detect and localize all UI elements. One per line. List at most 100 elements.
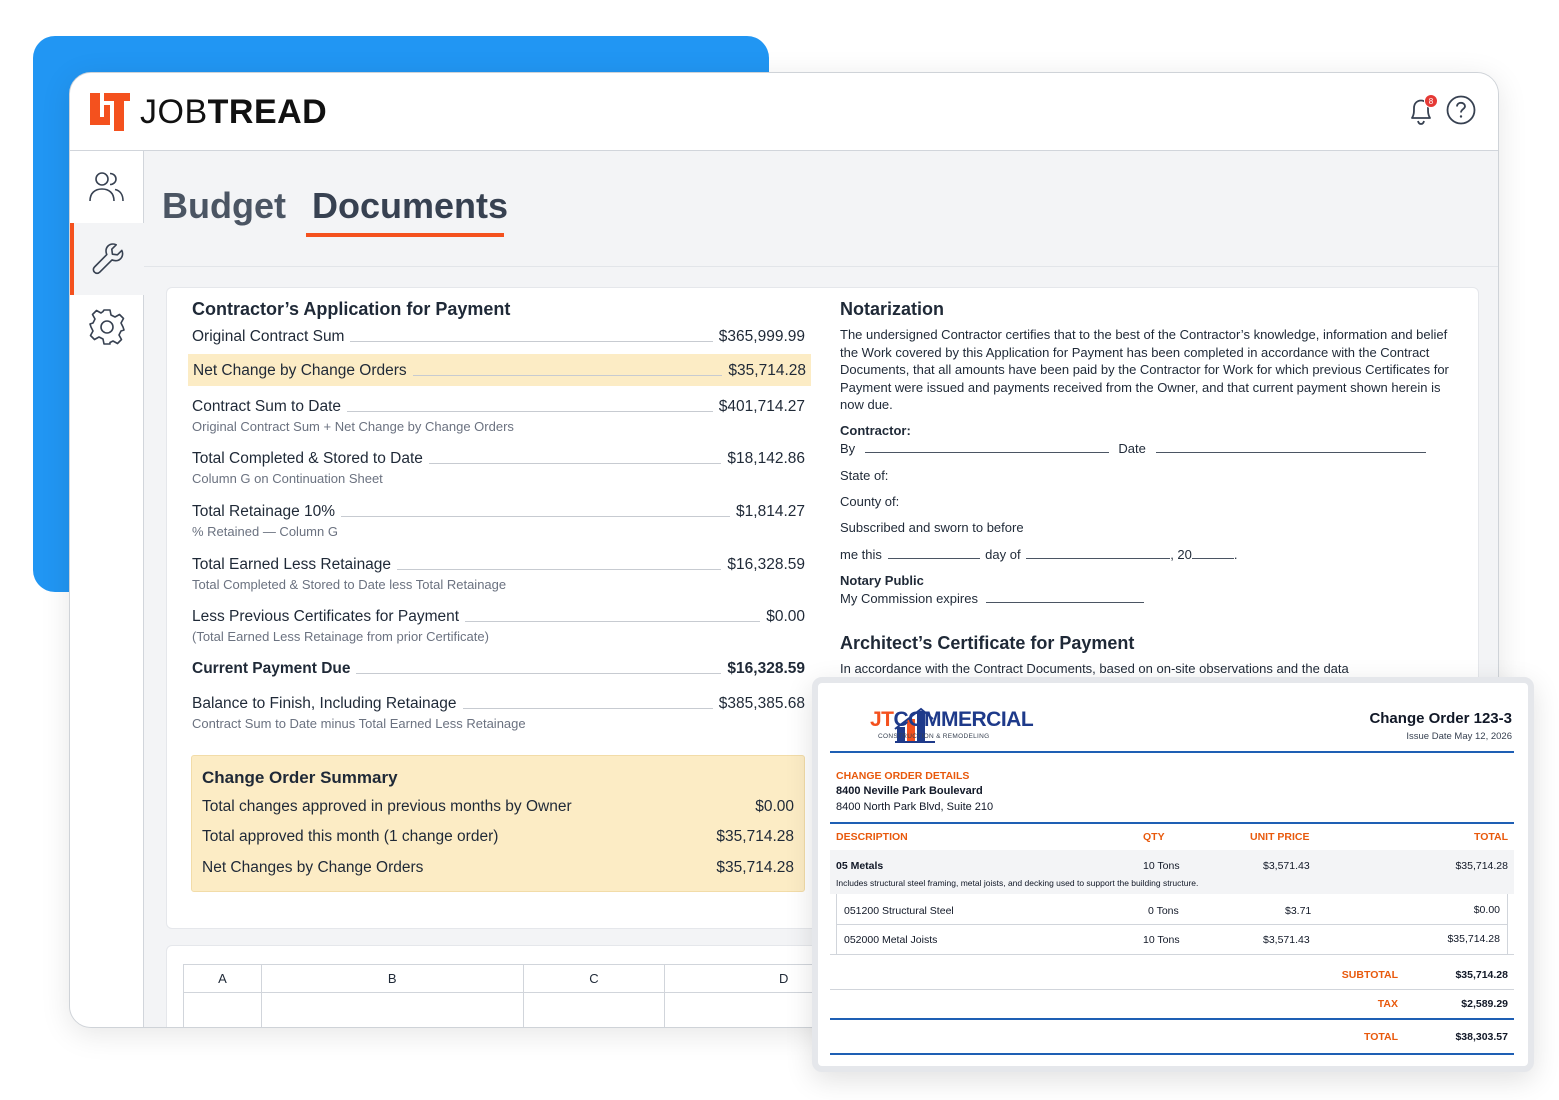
change-order-document: JTCOMMERCIAL CONSTRUCTION & REMODELING C…: [812, 677, 1534, 1072]
signature-field[interactable]: [864, 441, 1109, 453]
row-divider: [836, 924, 1508, 925]
group-name: 05 Metals: [836, 860, 884, 872]
header-unit-price: UNIT PRICE: [1250, 831, 1310, 843]
address-line-1: 8400 Neville Park Boulevard: [836, 785, 983, 797]
total-top-rule: [830, 1018, 1514, 1020]
item-unit-price: $3.71: [1285, 905, 1312, 917]
column-letter: A: [183, 964, 262, 993]
row-label: Current Payment Due: [192, 660, 357, 678]
sidebar-item-tools[interactable]: [70, 223, 144, 295]
row-amount: $365,999.99: [712, 328, 805, 346]
users-icon: [89, 172, 124, 202]
issue-date: Issue Date May 12, 2026: [1406, 731, 1512, 742]
tax-label: TAX: [1377, 998, 1398, 1010]
total-value: $38,303.57: [1455, 1031, 1508, 1043]
summary-row: Net Changes by Change Orders $35,714.28: [202, 859, 794, 877]
row-label: Balance to Finish, Including Retainage: [192, 695, 463, 713]
gear-icon: [89, 309, 125, 345]
summary-row-amount: $35,714.28: [716, 859, 794, 876]
summary-row: Total approved this month (1 change orde…: [202, 828, 794, 846]
sworn-date-line: me this day of , 20.: [840, 547, 1238, 562]
commission-label: My Commission expires: [840, 591, 978, 606]
row-amount: $35,714.28: [722, 362, 806, 380]
jobtread-logo-icon: [90, 93, 130, 131]
details-label: CHANGE ORDER DETAILS: [836, 770, 970, 782]
row-original-contract-sum: Original Contract Sum $365,999.99: [192, 328, 805, 348]
date-label: Date: [1118, 441, 1146, 456]
commission-line: My Commission expires: [840, 591, 1144, 606]
company-tagline: CONSTRUCTION & REMODELING: [878, 733, 990, 740]
header-rule: [830, 751, 1514, 753]
row-net-change: Net Change by Change Orders $35,714.28: [188, 354, 811, 386]
architect-paragraph: In accordance with the Contract Document…: [840, 661, 1349, 676]
month-field[interactable]: [1026, 547, 1171, 559]
row-amount: $16,328.59: [721, 556, 805, 574]
row-amount: $1,814.27: [730, 503, 805, 521]
subscribed-label: Subscribed and sworn to before: [840, 520, 1024, 535]
continuation-table: A B C D Item No. Description of Work Sch…: [183, 964, 885, 1027]
sidebar: [70, 151, 144, 1027]
notification-badge: 8: [1424, 94, 1438, 108]
subtotal-value: $35,714.28: [1455, 969, 1508, 981]
notary-public-label: Notary Public: [840, 573, 924, 588]
date-field[interactable]: [1155, 441, 1426, 453]
item-name: 051200 Structural Steel: [844, 905, 954, 917]
header-qty: QTY: [1143, 831, 1165, 843]
row-subtext: Original Contract Sum + Net Change by Ch…: [192, 419, 514, 434]
row-amount: $385,385.68: [712, 695, 805, 713]
address-line-2: 8400 North Park Blvd, Suite 210: [836, 801, 994, 813]
commission-field[interactable]: [985, 591, 1144, 603]
row-amount: $0.00: [760, 608, 805, 626]
row-label: Original Contract Sum: [192, 328, 351, 346]
summary-row-amount: $35,714.28: [716, 828, 794, 845]
summary-row: Total changes approved in previous month…: [202, 798, 794, 816]
row-current-payment-due: Current Payment Due $16,328.59: [192, 660, 805, 680]
row-less-previous: Less Previous Certificates for Payment $…: [192, 608, 805, 648]
by-label: By: [840, 441, 856, 456]
change-order-summary: Change Order Summary Total changes appro…: [191, 755, 805, 892]
group-unit-price: $3,571.43: [1263, 860, 1310, 872]
day-field[interactable]: [887, 547, 980, 559]
column-letter: B: [260, 964, 524, 993]
item-total: $35,714.28: [1447, 933, 1500, 945]
me-this-label: me this: [840, 547, 882, 562]
row-subtext: % Retained — Column G: [192, 524, 338, 539]
row-label: Less Previous Certificates for Payment: [192, 608, 466, 626]
row-total-earned: Total Earned Less Retainage $16,328.59 T…: [192, 556, 805, 596]
tab-budget[interactable]: Budget: [162, 185, 286, 227]
contractor-label: Contractor:: [840, 423, 911, 438]
row-subtext: Total Completed & Stored to Date less To…: [192, 577, 507, 592]
row-divider: [830, 989, 1514, 990]
total-label: TOTAL: [1363, 1031, 1398, 1043]
item-qty: 10 Tons: [1143, 934, 1180, 946]
row-amount: $401,714.27: [712, 398, 805, 416]
column-header: Description of Work: [260, 992, 524, 1027]
sidebar-item-contacts[interactable]: [70, 151, 144, 223]
item-total: $0.00: [1473, 904, 1500, 916]
column-header: Scheduled Value: [522, 992, 666, 1027]
wrench-icon: [92, 243, 124, 275]
row-subtext: Column G on Continuation Sheet: [192, 471, 383, 486]
table-top-rule: [830, 822, 1514, 824]
column-header: Item No.: [183, 992, 262, 1027]
year-field[interactable]: [1191, 547, 1234, 559]
summary-row-label: Total changes approved in previous month…: [202, 798, 572, 815]
summary-row-amount: $0.00: [755, 798, 794, 815]
state-label: State of:: [840, 468, 889, 483]
row-label: Total Earned Less Retainage: [192, 556, 398, 574]
item-qty: 0 Tons: [1148, 905, 1179, 917]
help-icon[interactable]: [1446, 95, 1476, 125]
item-name: 052000 Metal Joists: [844, 934, 938, 946]
row-subtext: Contract Sum to Date minus Total Earned …: [192, 716, 526, 731]
row-divider: [830, 954, 1514, 955]
tab-documents[interactable]: Documents: [312, 185, 508, 227]
subtotal-label: SUBTOTAL: [1341, 969, 1398, 981]
row-label: Total Retainage 10%: [192, 503, 342, 521]
brand-wordmark: JOBTREAD: [140, 93, 328, 131]
year-suffix: .: [1233, 547, 1238, 562]
sidebar-item-settings[interactable]: [70, 291, 144, 363]
group-total: $35,714.28: [1455, 860, 1508, 872]
group-qty: 10 Tons: [1143, 860, 1180, 872]
group-note: Includes structural steel framing, metal…: [836, 878, 1199, 888]
header-total: TOTAL: [1473, 831, 1508, 843]
